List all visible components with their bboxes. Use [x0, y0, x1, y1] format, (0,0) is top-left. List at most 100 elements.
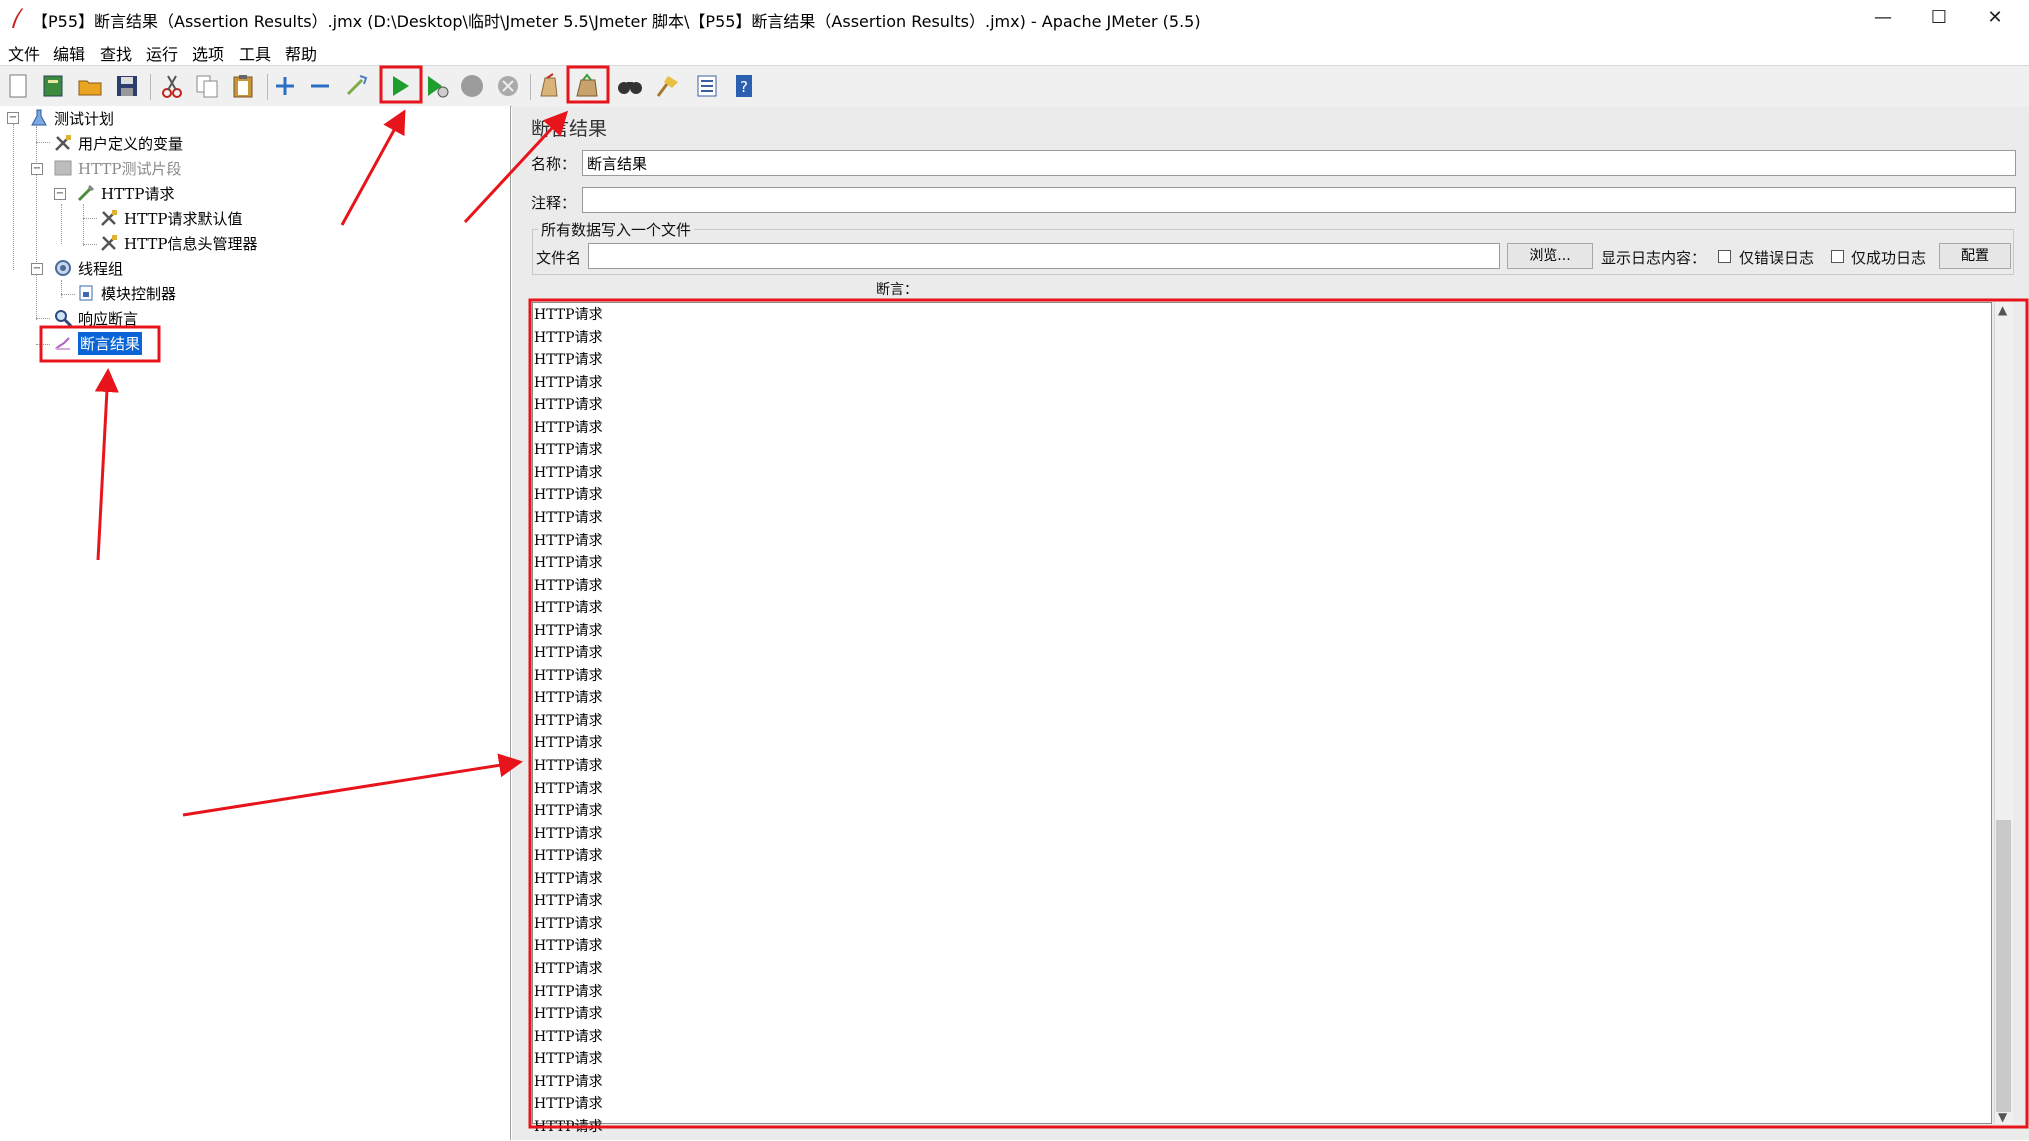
copy-icon[interactable]: [191, 70, 223, 102]
tree-toggle-http-request[interactable]: −: [54, 188, 66, 200]
scroll-up-icon[interactable]: ▲: [1998, 303, 2007, 317]
expand-icon[interactable]: [269, 70, 301, 102]
config-element-icon: [98, 232, 120, 254]
tree-toggle-thread-group[interactable]: −: [31, 263, 43, 275]
minimize-button[interactable]: —: [1860, 4, 1906, 32]
tree-item-thread-group[interactable]: 线程组: [52, 256, 123, 280]
tree-item-header-manager[interactable]: HTTP信息头管理器: [98, 231, 257, 255]
success-only-label: 仅成功日志: [1851, 249, 1927, 267]
cut-icon[interactable]: [156, 70, 188, 102]
configure-button[interactable]: 配置: [1939, 243, 2011, 269]
filename-input[interactable]: [588, 243, 1500, 269]
name-label: 名称：: [531, 155, 577, 173]
result-line: HTTP请求: [534, 352, 603, 369]
result-line: HTTP请求: [534, 960, 603, 977]
result-line: HTTP请求: [534, 1051, 603, 1068]
panel-title: 断言结果: [531, 118, 608, 140]
assertion-results-list[interactable]: [532, 302, 1992, 1124]
open-icon[interactable]: [74, 70, 106, 102]
comment-label: 注释：: [531, 194, 577, 212]
menu-run[interactable]: 运行: [146, 41, 178, 65]
result-line: HTTP请求: [534, 667, 603, 684]
result-line: HTTP请求: [534, 307, 603, 323]
module-controller-icon: [75, 282, 97, 304]
scrollbar-thumb[interactable]: [1996, 820, 2011, 1112]
log-content-label: 显示日志内容：: [1601, 249, 1707, 267]
errors-only-checkbox[interactable]: [1718, 250, 1731, 263]
svg-text:?: ?: [740, 78, 748, 96]
result-line: HTTP请求: [534, 825, 603, 842]
result-line: HTTP请求: [534, 419, 603, 436]
result-line: HTTP请求: [534, 622, 603, 639]
result-line: HTTP请求: [534, 532, 603, 549]
browse-button[interactable]: 浏览...: [1507, 243, 1593, 269]
menu-tools[interactable]: 工具: [239, 41, 271, 65]
close-button[interactable]: ✕: [1972, 4, 2018, 32]
errors-only-label: 仅错误日志: [1739, 249, 1815, 267]
listener-icon: [52, 332, 74, 354]
result-line: HTTP请求: [534, 1006, 603, 1023]
result-line: HTTP请求: [534, 374, 603, 391]
menu-options[interactable]: 选项: [192, 41, 224, 65]
tree-item-response-assertion[interactable]: 响应断言: [52, 306, 138, 330]
comment-input[interactable]: [582, 187, 2016, 213]
title-bar: 【P55】断言结果（Assertion Results）.jmx (D:\Des…: [0, 0, 2029, 37]
clear-all-icon[interactable]: [571, 70, 603, 102]
config-element-icon: [52, 132, 74, 154]
tree-toggle-http-fragment[interactable]: −: [31, 163, 43, 175]
result-line: HTTP请求: [534, 555, 603, 572]
function-helper-icon[interactable]: [691, 70, 723, 102]
result-line: HTTP请求: [534, 780, 603, 797]
templates-icon[interactable]: [37, 70, 69, 102]
result-line: HTTP请求: [534, 735, 603, 752]
help-icon[interactable]: ?: [728, 70, 760, 102]
result-line: HTTP请求: [534, 487, 603, 504]
tree-item-assertion-results[interactable]: 断言结果: [52, 331, 143, 355]
result-line: HTTP请求: [534, 893, 603, 910]
result-line: HTTP请求: [534, 329, 603, 346]
menu-help[interactable]: 帮助: [285, 41, 317, 65]
result-line: HTTP请求: [534, 758, 603, 774]
assertion-icon: [52, 307, 74, 329]
tree-item-test-plan[interactable]: 测试计划: [28, 106, 114, 130]
tree-item-http-fragment[interactable]: HTTP测试片段: [52, 156, 181, 180]
menu-edit[interactable]: 编辑: [53, 41, 85, 65]
result-line: HTTP请求: [534, 983, 603, 1000]
result-line: HTTP请求: [534, 464, 603, 481]
http-sampler-icon: [75, 182, 97, 204]
shutdown-icon[interactable]: [492, 70, 524, 102]
clear-icon[interactable]: [533, 70, 565, 102]
result-line: HTTP请求: [534, 442, 603, 459]
menu-file[interactable]: 文件: [8, 41, 40, 65]
tree-item-user-defined-variables[interactable]: 用户定义的变量: [52, 131, 183, 155]
menu-search[interactable]: 查找: [100, 41, 132, 65]
name-input[interactable]: [582, 150, 2016, 176]
window-title: 【P55】断言结果（Assertion Results）.jmx (D:\Des…: [32, 12, 1201, 31]
result-line: HTTP请求: [534, 1073, 603, 1090]
result-line: HTTP请求: [534, 1096, 603, 1113]
collapse-icon[interactable]: [304, 70, 336, 102]
jmeter-feather-icon: [12, 8, 23, 28]
new-icon[interactable]: [2, 70, 34, 102]
result-line: HTTP请求: [534, 509, 603, 526]
tree-item-http-defaults[interactable]: HTTP请求默认值: [98, 206, 242, 230]
result-line: HTTP请求: [534, 600, 603, 617]
tree-item-module-controller[interactable]: 模块控制器: [75, 281, 176, 305]
paste-icon[interactable]: [227, 70, 259, 102]
result-line: HTTP请求: [534, 397, 603, 414]
scroll-down-icon[interactable]: ▼: [1998, 1110, 2007, 1124]
test-fragment-icon: [52, 157, 74, 179]
start-icon[interactable]: [384, 70, 416, 102]
maximize-button[interactable]: ☐: [1916, 4, 1962, 32]
toggle-icon[interactable]: [340, 70, 372, 102]
filename-label: 文件名: [536, 249, 582, 267]
save-icon[interactable]: [111, 70, 143, 102]
search-icon[interactable]: [614, 70, 646, 102]
reset-search-icon[interactable]: [650, 70, 682, 102]
toolbar: ?: [0, 65, 2029, 107]
tree-item-http-request[interactable]: HTTP请求: [75, 181, 174, 205]
success-only-checkbox[interactable]: [1831, 250, 1844, 263]
start-no-timers-icon[interactable]: [420, 70, 452, 102]
stop-icon[interactable]: [456, 70, 488, 102]
tree-toggle-test-plan[interactable]: −: [7, 112, 19, 124]
